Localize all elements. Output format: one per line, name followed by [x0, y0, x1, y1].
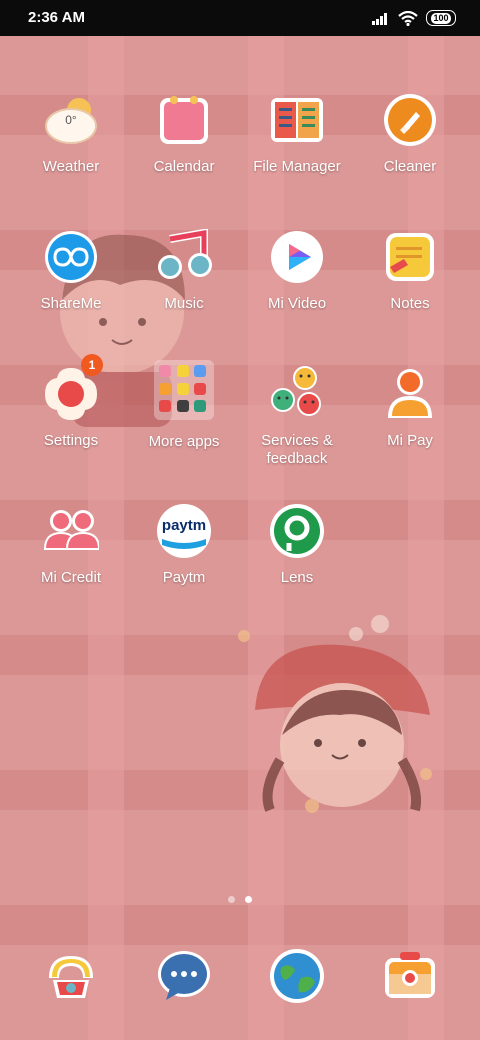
status-bar: 2:36 AM 100: [0, 0, 480, 36]
paytm-icon: paytm: [156, 503, 212, 559]
battery-level: 100: [431, 12, 451, 24]
dock-browser[interactable]: [240, 948, 354, 1004]
page-dot[interactable]: [228, 896, 235, 903]
app-shareme[interactable]: ShareMe: [14, 229, 128, 313]
app-label: Calendar: [153, 158, 215, 175]
app-label: Music: [164, 295, 204, 312]
app-label: Paytm: [162, 569, 206, 586]
app-mi-credit[interactable]: Mi Credit: [14, 503, 128, 587]
app-label: Mi Video: [267, 295, 327, 312]
weather-temp: 0°: [65, 113, 77, 127]
app-mi-video[interactable]: Mi Video: [240, 229, 354, 313]
dock-camera[interactable]: [353, 948, 467, 1004]
app-label: Cleaner: [383, 158, 437, 175]
app-file-manager[interactable]: File Manager: [240, 92, 354, 176]
app-label: Notes: [390, 295, 430, 312]
shareme-icon: [43, 229, 99, 285]
paytm-logo-text: paytm: [161, 517, 207, 534]
cleaner-icon: [382, 92, 438, 148]
notes-icon: [382, 229, 438, 285]
app-lens[interactable]: Lens: [240, 503, 354, 587]
app-label: ShareMe: [40, 295, 102, 312]
app-weather[interactable]: 0° Weather: [14, 92, 128, 176]
app-label: File Manager: [253, 158, 341, 175]
app-label: Settings: [43, 432, 99, 449]
mi-video-icon: [269, 229, 325, 285]
signal-icon: [372, 13, 387, 25]
camera-icon: [382, 948, 438, 1004]
services-feedback-icon: [269, 366, 325, 422]
app-calendar[interactable]: Calendar: [127, 92, 241, 176]
dock: [0, 948, 480, 1008]
app-settings[interactable]: 1 Settings: [14, 354, 128, 450]
calendar-icon: [156, 92, 212, 148]
wifi-icon: [398, 10, 418, 26]
app-label: More apps: [148, 433, 220, 450]
app-label: Lens: [280, 569, 314, 586]
globe-icon: [269, 948, 325, 1004]
app-cleaner[interactable]: Cleaner: [353, 92, 467, 176]
page-indicator: [0, 896, 480, 903]
dock-messaging[interactable]: [127, 948, 241, 1004]
message-icon: [156, 948, 212, 1004]
app-notes[interactable]: Notes: [353, 229, 467, 313]
notification-badge: 1: [81, 354, 103, 376]
file-manager-icon: [269, 92, 325, 148]
lens-icon: [269, 503, 325, 559]
app-label: Services & feedback: [261, 432, 333, 467]
mi-credit-icon: [43, 503, 101, 559]
folder-icon: [154, 360, 214, 420]
app-mi-pay[interactable]: Mi Pay: [353, 366, 467, 450]
mi-pay-icon: [382, 366, 438, 422]
weather-icon: 0°: [43, 92, 99, 148]
settings-icon: 1: [43, 354, 103, 422]
app-label: Mi Credit: [40, 569, 101, 586]
app-services-feedback[interactable]: Services & feedback: [240, 366, 354, 468]
page-dot-active[interactable]: [245, 896, 252, 903]
status-time: 2:36 AM: [28, 9, 85, 26]
dock-phone[interactable]: [14, 948, 128, 1004]
battery-icon: 100: [426, 10, 456, 26]
app-music[interactable]: Music: [127, 228, 241, 313]
app-paytm[interactable]: paytm Paytm: [127, 503, 241, 587]
app-label: Mi Pay: [387, 432, 433, 449]
music-icon: [156, 228, 212, 285]
phone-icon: [43, 948, 99, 1004]
status-icons: 100: [372, 10, 456, 26]
app-label: Weather: [42, 158, 100, 175]
folder-more-apps[interactable]: More apps: [127, 360, 241, 451]
